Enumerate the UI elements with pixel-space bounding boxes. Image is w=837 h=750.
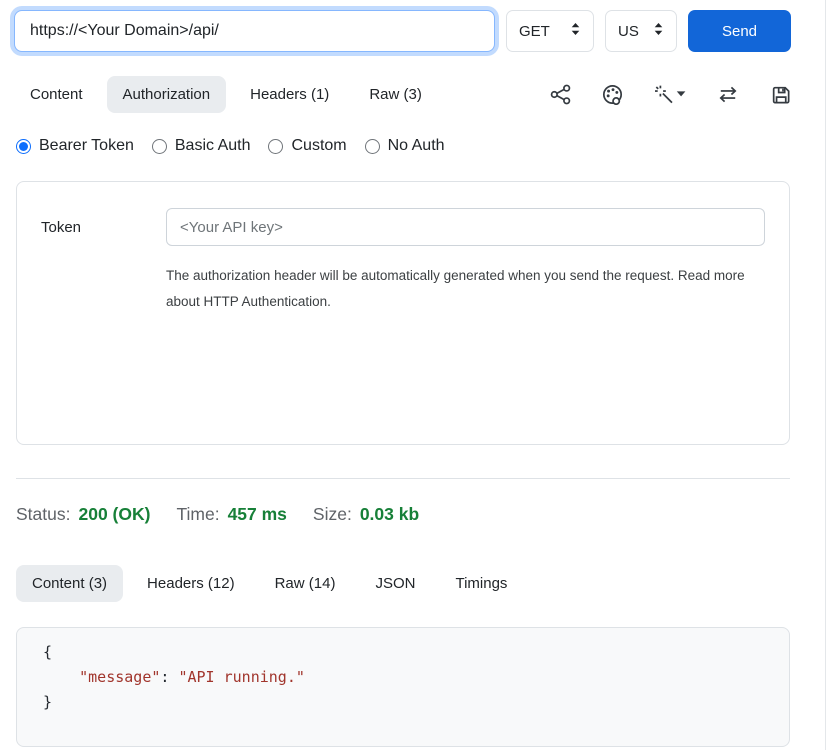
token-field-label: Token: [41, 219, 166, 236]
radio-label: Basic Auth: [175, 137, 251, 155]
up-down-caret-icon: [653, 22, 664, 40]
tab-content[interactable]: Content: [14, 76, 99, 113]
time-value: 457 ms: [228, 504, 287, 525]
json-string-value: "API running.": [178, 668, 304, 686]
size-value: 0.03 kb: [360, 504, 419, 525]
share-icon[interactable]: [550, 84, 571, 105]
response-body-code: { "message": "API running." }: [16, 627, 790, 747]
token-help-text: The authorization header will be automat…: [166, 263, 751, 314]
magic-wand-dropdown-icon[interactable]: [654, 84, 686, 105]
status-value: 200 (OK): [78, 504, 150, 525]
swap-arrows-icon[interactable]: [717, 84, 739, 105]
up-down-caret-icon: [570, 22, 581, 40]
radio-circle-checked[interactable]: [16, 139, 31, 154]
api-client-panel: GET US Send Content Authorization Header…: [0, 0, 826, 750]
tab-headers[interactable]: Headers (1): [234, 76, 345, 113]
url-input[interactable]: [14, 10, 495, 52]
toolbar-icons: [550, 84, 791, 105]
method-select-value: GET: [519, 23, 550, 40]
radio-label: Custom: [291, 137, 346, 155]
time-label: Time:: [176, 504, 219, 525]
response-status-row: Status: 200 (OK) Time: 457 ms Size: 0.03…: [16, 504, 825, 525]
status-label: Status:: [16, 504, 70, 525]
request-bar: GET US Send: [0, 0, 825, 52]
size-label: Size:: [313, 504, 352, 525]
radio-circle[interactable]: [152, 139, 167, 154]
save-icon[interactable]: [770, 84, 791, 105]
resp-tab-timings[interactable]: Timings: [439, 565, 523, 602]
radio-basic-auth[interactable]: Basic Auth: [152, 137, 251, 155]
json-separator: :: [160, 668, 178, 686]
code-line: }: [43, 690, 763, 715]
auth-type-options: Bearer Token Basic Auth Custom No Auth: [16, 137, 811, 155]
palette-icon[interactable]: [602, 84, 623, 105]
radio-label: No Auth: [388, 137, 445, 155]
request-tabs: Content Authorization Headers (1) Raw (3…: [0, 76, 825, 113]
tab-raw[interactable]: Raw (3): [353, 76, 438, 113]
method-select[interactable]: GET: [506, 10, 594, 52]
region-select-value: US: [618, 23, 639, 40]
token-input[interactable]: [166, 208, 765, 246]
resp-tab-json[interactable]: JSON: [359, 565, 431, 602]
tab-authorization[interactable]: Authorization: [107, 76, 227, 113]
radio-custom[interactable]: Custom: [268, 137, 346, 155]
radio-no-auth[interactable]: No Auth: [365, 137, 445, 155]
region-select[interactable]: US: [605, 10, 677, 52]
resp-tab-headers[interactable]: Headers (12): [131, 565, 251, 602]
section-divider: [16, 478, 790, 479]
resp-tab-raw[interactable]: Raw (14): [259, 565, 352, 602]
code-line: "message": "API running.": [43, 665, 763, 690]
resp-tab-content[interactable]: Content (3): [16, 565, 123, 602]
radio-circle[interactable]: [365, 139, 380, 154]
response-tabs: Content (3) Headers (12) Raw (14) JSON T…: [0, 565, 825, 602]
code-line: {: [43, 640, 763, 665]
radio-circle[interactable]: [268, 139, 283, 154]
bearer-token-panel: Token The authorization header will be a…: [16, 181, 790, 445]
radio-label: Bearer Token: [39, 137, 134, 155]
radio-bearer-token[interactable]: Bearer Token: [16, 137, 134, 155]
send-button[interactable]: Send: [688, 10, 791, 52]
json-key: "message": [79, 668, 160, 686]
